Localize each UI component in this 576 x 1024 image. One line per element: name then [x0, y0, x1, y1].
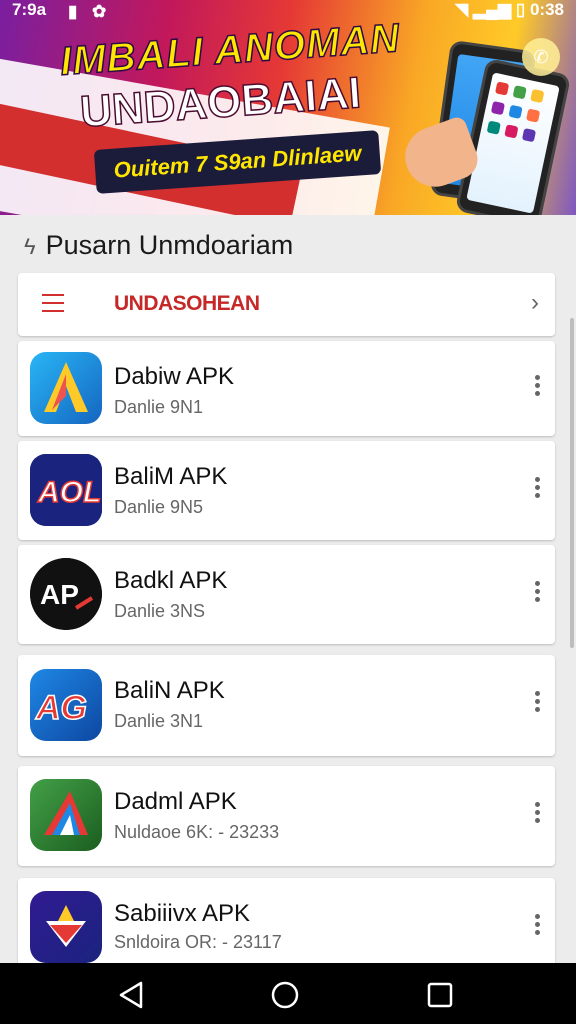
list-item[interactable]: Dadml APK Nuldaoe 6K: - 23233: [18, 766, 555, 866]
app-icon: [30, 779, 102, 851]
category-label: UNDASOHEAN: [114, 292, 260, 315]
system-navbar: [0, 963, 576, 1024]
signal-icon: ▂▄▆: [472, 0, 512, 19]
phone-call-icon[interactable]: ✆: [522, 38, 560, 76]
app-name: Sabiiivx APK: [114, 900, 251, 927]
app-icon: AOL: [30, 454, 102, 526]
list-item[interactable]: AG BaliN APK Danlie 3N1: [18, 655, 555, 756]
svg-text:AP: AP: [40, 579, 79, 610]
more-options-icon[interactable]: [535, 581, 541, 605]
app-subtitle: Danlie 9N1: [114, 397, 204, 417]
more-options-icon[interactable]: [535, 914, 541, 938]
app-name: Dadml APK: [114, 788, 237, 815]
notification-icon: ▮: [68, 2, 78, 21]
status-right: ◥ ▂▄▆ ▯ 0:38: [455, 0, 564, 20]
more-options-icon[interactable]: [535, 691, 541, 715]
scrollbar[interactable]: [570, 318, 574, 648]
status-time: 7:9a: [12, 0, 47, 19]
app-name: BaliM APK: [114, 463, 228, 490]
more-options-icon[interactable]: [535, 802, 541, 826]
list-item[interactable]: AP Badkl APK Danlie 3NS: [18, 545, 555, 644]
list-item[interactable]: AOL BaliM APK Danlie 9N5: [18, 441, 555, 540]
home-icon[interactable]: [270, 980, 300, 1010]
back-icon[interactable]: [117, 980, 147, 1010]
app-subtitle: Danlie 3NS: [114, 601, 206, 621]
app-name: BaliN APK: [114, 677, 225, 704]
svg-text:AOL: AOL: [37, 476, 101, 509]
app-icon: [30, 891, 102, 963]
app-subtitle: Snldoira OR: - 23117: [114, 932, 282, 952]
battery-icon: ▯: [515, 0, 526, 19]
more-options-icon[interactable]: [535, 375, 541, 399]
app-icon: AP: [30, 558, 102, 630]
settings-icon: ✿: [92, 2, 107, 21]
status-bar: 7:9a ▮ ✿ ◥ ▂▄▆ ▯ 0:38: [0, 0, 576, 24]
section-title-text: Pusarn Unmdoariam: [45, 230, 294, 260]
app-subtitle: Danlie 9N5: [114, 497, 204, 517]
wifi-icon: ◥: [455, 0, 469, 19]
chevron-right-icon[interactable]: ›: [531, 289, 539, 317]
recents-icon[interactable]: [425, 980, 455, 1010]
app-name: Badkl APK: [114, 567, 228, 594]
svg-text:AG: AG: [35, 689, 87, 727]
category-menu[interactable]: UNDASOHEAN ›: [18, 273, 555, 336]
bolt-icon: ϟ: [24, 234, 36, 259]
list-item[interactable]: Dabiw APK Danlie 9N1: [18, 341, 555, 436]
more-options-icon[interactable]: [535, 477, 541, 501]
section-title: ϟ Pusarn Unmdoariam: [24, 230, 293, 261]
app-subtitle: Danlie 3N1: [114, 711, 204, 731]
app-icon: AG: [30, 669, 102, 741]
app-subtitle: Nuldaoe 6K: - 23233: [114, 822, 280, 842]
app-name: Dabiw APK: [114, 363, 235, 390]
battery-time: 0:38: [529, 0, 564, 19]
app-icon: [30, 352, 102, 424]
promo-banner[interactable]: 7:9a ▮ ✿ ◥ ▂▄▆ ▯ 0:38 IMBALI ANOMAN UNDA…: [0, 0, 576, 215]
hamburger-menu-icon[interactable]: [42, 294, 64, 318]
